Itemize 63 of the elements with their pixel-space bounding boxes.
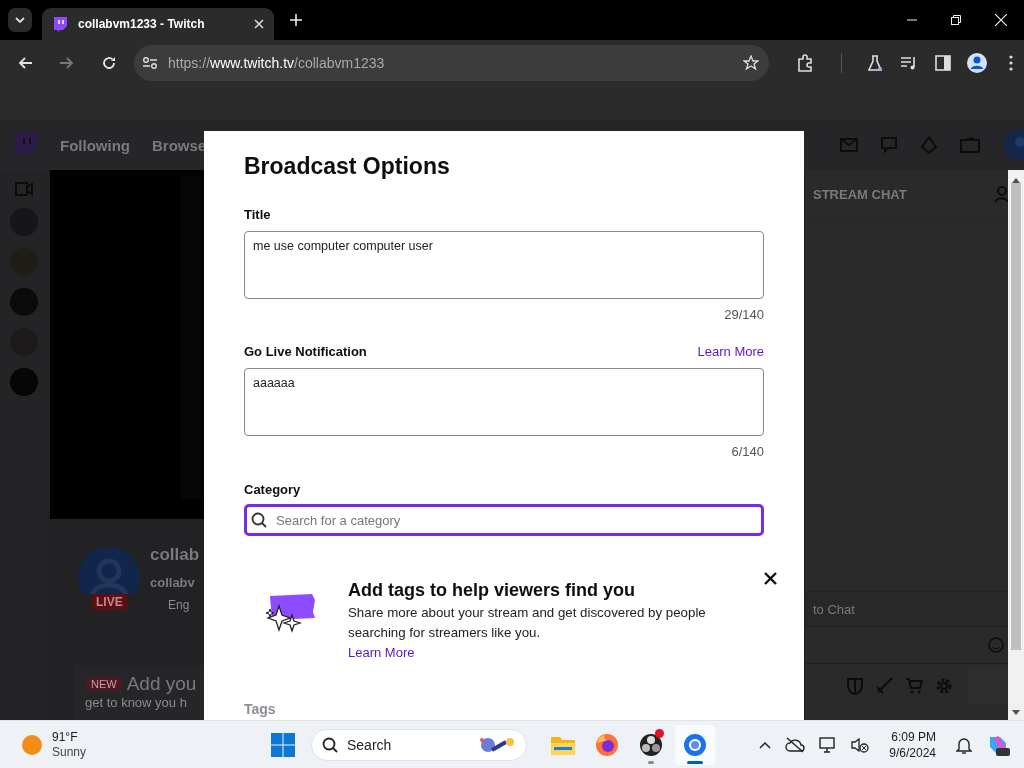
search-icon bbox=[322, 736, 338, 753]
temperature[interactable]: 91°F bbox=[52, 729, 87, 745]
profile-icon[interactable] bbox=[966, 51, 988, 74]
search-icon bbox=[251, 512, 267, 528]
tab-search-button[interactable] bbox=[8, 8, 32, 32]
browser-icon[interactable] bbox=[595, 732, 619, 757]
character-counter: 29/140 bbox=[724, 307, 764, 322]
new-tab-icon[interactable] bbox=[290, 14, 302, 26]
clock-time[interactable]: 6:09 PM bbox=[891, 728, 936, 745]
back-icon[interactable] bbox=[18, 56, 32, 69]
start-icon[interactable] bbox=[271, 732, 295, 757]
taskbar-app[interactable] bbox=[675, 724, 715, 765]
bell-icon[interactable] bbox=[956, 735, 972, 754]
browser-tab[interactable]: collabvm1233 - Twitch bbox=[42, 8, 274, 40]
category-search-field[interactable]: Search for a category bbox=[244, 504, 764, 536]
address-bar[interactable]: https://www.twitch.tv/collabvm1233 bbox=[134, 44, 770, 81]
browser-icon[interactable] bbox=[683, 732, 707, 757]
restore-icon[interactable] bbox=[951, 15, 961, 25]
weather-condition[interactable]: Sunny bbox=[52, 744, 87, 760]
menu-icon[interactable] bbox=[1009, 54, 1013, 71]
nav-link[interactable]: Browse bbox=[152, 136, 207, 154]
reload-icon[interactable] bbox=[102, 55, 116, 70]
url-text: https://www.twitch.tv/collabvm1233 bbox=[168, 54, 386, 71]
learn-more-link[interactable]: Learn More bbox=[697, 344, 764, 360]
clock-date[interactable]: 9/6/2024 bbox=[889, 744, 936, 761]
chat-header: STREAM CHAT bbox=[813, 186, 907, 202]
side-panel-icon[interactable] bbox=[935, 54, 951, 71]
taskbar-search[interactable]: Search bbox=[311, 728, 527, 761]
nav-link[interactable]: Following bbox=[60, 136, 130, 154]
playlist-icon[interactable] bbox=[900, 54, 918, 71]
flask-icon[interactable] bbox=[867, 54, 883, 71]
chat-input[interactable] bbox=[805, 626, 1008, 664]
monitor-icon[interactable] bbox=[819, 736, 838, 753]
scrollbar[interactable] bbox=[1008, 170, 1024, 720]
field-label: Go Live Notification bbox=[244, 344, 367, 360]
field-label: Title bbox=[244, 207, 271, 223]
character-counter: 6/140 bbox=[731, 444, 764, 459]
field-label: Tags bbox=[244, 701, 277, 718]
speaker-muted-icon[interactable] bbox=[851, 736, 870, 753]
star-icon[interactable] bbox=[743, 54, 760, 71]
language-tag[interactable]: Eng bbox=[168, 597, 190, 612]
field-label: Category bbox=[244, 482, 302, 498]
arrow-up-icon[interactable] bbox=[1012, 178, 1020, 183]
twitch-logo-icon bbox=[52, 16, 68, 32]
forward-icon[interactable] bbox=[60, 56, 74, 69]
banner-title: Add tags to help viewers find you bbox=[348, 579, 637, 601]
arrow-down-icon[interactable] bbox=[1012, 710, 1020, 715]
cloud-off-icon[interactable] bbox=[785, 736, 806, 753]
channel-title: collab bbox=[150, 544, 200, 565]
site-settings-icon[interactable] bbox=[142, 55, 158, 70]
promo-text: get to know you h bbox=[85, 694, 188, 710]
text-area[interactable]: aaaaaa bbox=[244, 368, 764, 436]
dialog-title: Broadcast Options bbox=[244, 152, 451, 180]
promo-title: Add you bbox=[126, 672, 197, 695]
new-badge: NEW bbox=[85, 676, 123, 691]
learn-more-link[interactable]: Learn More bbox=[348, 645, 415, 660]
close-icon[interactable] bbox=[764, 572, 777, 585]
text-area[interactable]: me use computer computer user bbox=[244, 231, 764, 299]
chevron-up-icon[interactable] bbox=[759, 740, 772, 749]
channel-name[interactable]: collabv bbox=[150, 574, 200, 590]
banner-text: Share more about your stream and get discovered by people searching for streamers like you. bbox=[348, 604, 707, 642]
caret-icon bbox=[15, 17, 25, 23]
recorder-icon[interactable] bbox=[639, 732, 663, 757]
